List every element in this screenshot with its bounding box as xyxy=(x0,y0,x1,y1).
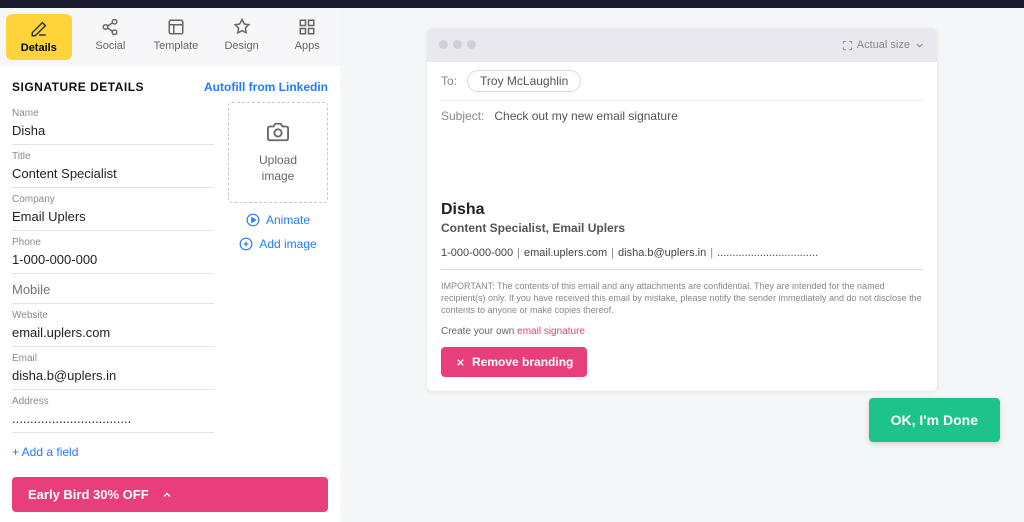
tab-label: Social xyxy=(95,40,125,52)
preview-pane: Actual size To: Troy McLaughlin Subject:… xyxy=(340,8,1024,522)
create-your-own: Create your own email signature xyxy=(441,326,923,337)
tab-label: Template xyxy=(154,40,199,52)
share-icon xyxy=(101,18,119,36)
layout-icon xyxy=(167,18,185,36)
signature-title: Content Specialist, Email Uplers xyxy=(441,221,923,235)
autofill-linkedin-link[interactable]: Autofill from Linkedin xyxy=(204,80,328,94)
email-input[interactable] xyxy=(12,366,214,385)
tab-label: Details xyxy=(21,42,57,54)
mail-header: To: Troy McLaughlin Subject: Check out m… xyxy=(427,62,937,131)
design-icon xyxy=(233,18,251,36)
to-label: To: xyxy=(441,74,457,88)
subject-label: Subject: xyxy=(441,109,484,123)
promo-button[interactable]: Early Bird 30% OFF xyxy=(12,477,328,512)
play-icon xyxy=(246,213,260,227)
field-label: Address xyxy=(12,396,214,407)
mail-body: Disha Content Specialist, Email Uplers 1… xyxy=(427,131,937,391)
recipient-pill: Troy McLaughlin xyxy=(467,70,581,92)
add-image-link[interactable]: Add image xyxy=(228,237,328,251)
field-mobile xyxy=(12,274,214,304)
fullscreen-icon xyxy=(842,40,853,51)
window-dots xyxy=(439,36,481,54)
chevron-down-icon xyxy=(914,40,925,51)
upload-label: Upload xyxy=(259,153,297,167)
upload-image-box[interactable]: Upload image xyxy=(228,102,328,203)
tab-apps[interactable]: Apps xyxy=(274,8,340,66)
field-phone: Phone xyxy=(12,231,214,274)
company-input[interactable] xyxy=(12,207,214,226)
field-label: Website xyxy=(12,310,214,321)
phone-input[interactable] xyxy=(12,250,214,269)
tab-template[interactable]: Template xyxy=(143,8,209,66)
field-label: Name xyxy=(12,108,214,119)
mail-preview-window: Actual size To: Troy McLaughlin Subject:… xyxy=(427,28,937,391)
tab-label: Apps xyxy=(295,40,320,52)
signature-divider xyxy=(441,269,923,270)
plus-icon xyxy=(239,237,253,251)
app-header-strip xyxy=(0,0,1024,8)
field-label: Email xyxy=(12,353,214,364)
camera-icon xyxy=(267,121,289,143)
chevron-up-icon xyxy=(161,489,173,501)
website-input[interactable] xyxy=(12,323,214,342)
field-label: Company xyxy=(12,194,214,205)
field-address: Address xyxy=(12,390,214,433)
tab-label: Design xyxy=(224,40,258,52)
actual-size-toggle[interactable]: Actual size xyxy=(842,39,925,51)
field-label: Title xyxy=(12,151,214,162)
upload-label: image xyxy=(262,169,295,183)
section-title: SIGNATURE DETAILS xyxy=(12,80,144,94)
title-input[interactable] xyxy=(12,164,214,183)
subject-value: Check out my new email signature xyxy=(494,109,677,123)
address-input[interactable] xyxy=(12,409,214,428)
main-layout: Details Social Template Design Apps SIGN… xyxy=(0,8,1024,522)
apps-icon xyxy=(298,18,316,36)
ok-done-button[interactable]: OK, I'm Done xyxy=(869,398,1000,442)
left-sidebar: Details Social Template Design Apps SIGN… xyxy=(0,8,340,522)
sidebar-tabs: Details Social Template Design Apps xyxy=(0,8,340,66)
field-label: Phone xyxy=(12,237,214,248)
field-name: Name xyxy=(12,102,214,145)
name-input[interactable] xyxy=(12,121,214,140)
email-signature-link[interactable]: email signature xyxy=(517,326,585,337)
field-title: Title xyxy=(12,145,214,188)
pencil-icon xyxy=(30,20,48,38)
disclaimer-text: IMPORTANT: The contents of this email an… xyxy=(441,280,923,316)
field-website: Website xyxy=(12,304,214,347)
mail-titlebar: Actual size xyxy=(427,28,937,62)
mobile-input[interactable] xyxy=(12,280,214,299)
add-field-link[interactable]: + Add a field xyxy=(12,445,214,459)
animate-link[interactable]: Animate xyxy=(228,213,328,227)
tab-design[interactable]: Design xyxy=(209,8,275,66)
remove-branding-button[interactable]: Remove branding xyxy=(441,347,587,377)
tab-details[interactable]: Details xyxy=(6,14,72,60)
field-company: Company xyxy=(12,188,214,231)
signature-name: Disha xyxy=(441,201,923,219)
field-email: Email xyxy=(12,347,214,390)
close-icon xyxy=(455,357,466,368)
signature-contact-line: 1-000-000-000| email.uplers.com| disha.b… xyxy=(441,247,923,259)
details-panel: SIGNATURE DETAILS Autofill from Linkedin… xyxy=(0,66,340,467)
signature-fields: Name Title Company Phone xyxy=(12,102,214,459)
tab-social[interactable]: Social xyxy=(78,8,144,66)
